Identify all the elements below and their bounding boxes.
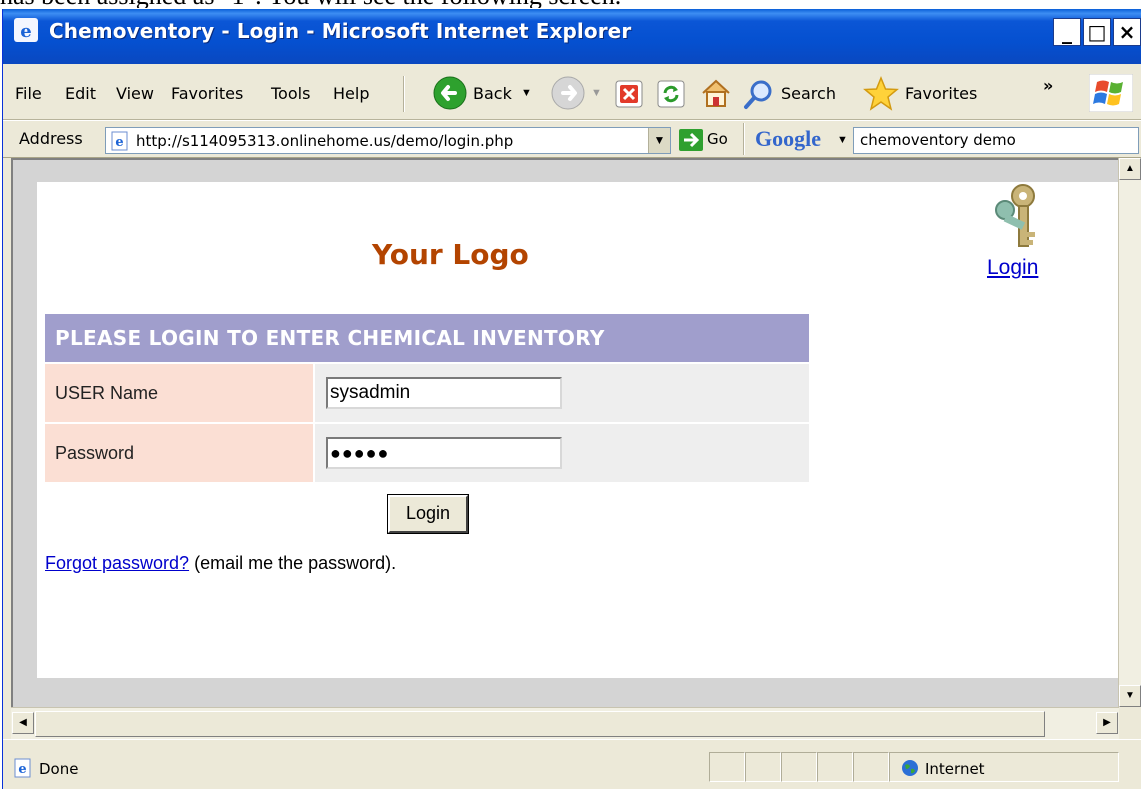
svg-text:e: e [20,21,31,42]
menu-favorites[interactable]: Favorites [171,84,243,103]
home-icon[interactable] [699,76,733,110]
login-page: Your Logo Login PLEASE LOGIN TO ENTER CH… [37,182,1129,678]
status-text: Done [39,760,79,778]
address-input[interactable]: e http://s114095313.onlinehome.us/demo/l… [105,127,671,154]
scroll-down-icon[interactable]: ▼ [1119,685,1141,707]
go-button[interactable]: Go [707,130,728,148]
menu-view[interactable]: View [116,84,154,103]
minimize-button[interactable]: _ [1053,18,1081,46]
status-pane [853,752,889,782]
toolbar-chevron[interactable]: » [1043,76,1053,95]
address-separator [743,123,745,155]
forward-dropdown-icon[interactable]: ▼ [591,87,602,99]
close-button[interactable]: × [1113,18,1141,46]
stop-icon[interactable] [615,80,643,108]
address-dropdown-icon[interactable]: ▼ [648,128,670,153]
back-arrow-icon[interactable] [433,76,467,110]
back-label[interactable]: Back [473,84,512,103]
address-label: Address [19,129,83,148]
menu-help[interactable]: Help [333,84,369,103]
toolbar-separator [403,76,405,112]
address-url: http://s114095313.onlinehome.us/demo/log… [136,132,514,150]
page-done-icon: e [14,758,31,778]
go-arrow-icon[interactable] [679,129,703,151]
password-label: Password [45,424,313,482]
username-cell: sysadmin [315,364,809,422]
refresh-icon[interactable] [657,80,685,108]
status-pane [745,752,781,782]
scroll-up-icon[interactable]: ▲ [1119,158,1141,180]
forgot-password-line: Forgot password? (email me the password)… [45,553,396,574]
password-cell: ●●●●● [315,424,809,482]
forgot-password-note: (email me the password). [189,553,397,573]
page-icon: e [111,131,128,151]
search-label[interactable]: Search [781,84,836,103]
menu-file[interactable]: File [15,84,42,103]
keys-icon[interactable] [987,182,1057,256]
page-logo: Your Logo [372,238,529,271]
horizontal-scroll-thumb[interactable] [35,711,1045,737]
vertical-scrollbar[interactable]: ▲ ▼ [1118,158,1141,707]
status-pane [817,752,853,782]
content-viewport: Your Logo Login PLEASE LOGIN TO ENTER CH… [11,158,1129,707]
back-dropdown-icon[interactable]: ▼ [521,87,532,99]
google-search-input[interactable]: chemoventory demo [853,127,1139,154]
form-header: PLEASE LOGIN TO ENTER CHEMICAL INVENTORY [45,314,809,362]
forgot-password-link[interactable]: Forgot password? [45,553,189,573]
username-row: USER Name sysadmin [45,362,809,422]
status-pane [781,752,817,782]
status-bar: e Done Internet [3,739,1141,789]
title-bar[interactable]: e Chemoventory - Login - Microsoft Inter… [3,9,1141,64]
login-form: PLEASE LOGIN TO ENTER CHEMICAL INVENTORY… [45,314,809,482]
google-dropdown-icon[interactable]: ▼ [837,134,848,146]
google-toolbar-logo[interactable]: Google [755,126,821,152]
browser-window: e Chemoventory - Login - Microsoft Inter… [2,9,1141,789]
globe-icon [902,760,918,776]
menu-tools[interactable]: Tools [271,84,310,103]
favorites-label[interactable]: Favorites [905,84,977,103]
search-icon[interactable] [743,78,775,110]
svg-text:e: e [18,762,26,777]
windows-flag-icon [1089,74,1133,112]
menu-toolbar: File Edit View Favorites Tools Help Back… [3,64,1141,120]
login-link[interactable]: Login [987,256,1038,280]
document-caption: has been assigned as "1". You will see t… [0,0,1141,8]
address-bar: Address e http://s114095313.onlinehome.u… [3,120,1141,158]
svg-text:e: e [115,135,123,150]
window-title: Chemoventory - Login - Microsoft Interne… [49,19,632,43]
username-label: USER Name [45,364,313,422]
password-input[interactable]: ●●●●● [326,437,562,469]
username-input[interactable]: sysadmin [326,377,562,409]
scroll-right-icon[interactable]: ▶ [1096,712,1118,734]
horizontal-scrollbar[interactable]: ◀ ▶ [11,707,1119,739]
login-button[interactable]: Login [387,494,469,534]
scroll-left-icon[interactable]: ◀ [12,712,34,734]
menu-edit[interactable]: Edit [65,84,96,103]
password-row: Password ●●●●● [45,422,809,482]
ie-logo-icon: e [14,18,38,42]
security-zone-pane [889,752,1119,782]
security-zone-text: Internet [925,760,985,778]
favorites-star-icon[interactable] [863,76,899,112]
maximize-button[interactable]: □ [1083,18,1111,46]
status-pane [709,752,745,782]
forward-arrow-icon[interactable] [551,76,585,110]
